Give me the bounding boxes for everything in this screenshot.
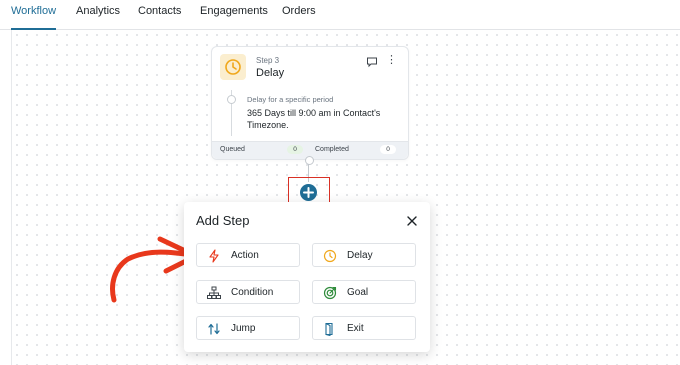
step-card[interactable]: Step 3 Delay ⋮ Delay for a specific peri…	[211, 46, 409, 160]
step-title: Delay	[256, 67, 285, 79]
target-icon	[323, 286, 337, 300]
clock-icon	[220, 54, 246, 80]
delay-type-label: Delay for a specific period	[247, 95, 334, 104]
goal-option[interactable]: Goal	[312, 280, 416, 304]
delay-option[interactable]: Delay	[312, 243, 416, 267]
comment-icon[interactable]	[366, 55, 378, 68]
plus-icon	[303, 187, 314, 198]
connector-dot	[305, 156, 314, 165]
top-navigation: Workflow Analytics Contacts Engagements …	[0, 0, 680, 30]
tab-analytics[interactable]: Analytics	[76, 5, 120, 28]
jump-icon	[208, 323, 220, 335]
exit-option[interactable]: Exit	[312, 316, 416, 340]
panel-title: Add Step	[196, 213, 250, 228]
action-option-label: Action	[231, 250, 259, 261]
hierarchy-icon	[207, 286, 221, 299]
timeline-bullet	[227, 95, 236, 104]
add-step-panel: Add Step Action Delay Condition Goal Jum…	[184, 202, 430, 352]
tab-orders[interactable]: Orders	[282, 5, 316, 28]
exit-option-label: Exit	[347, 323, 364, 334]
more-options-icon[interactable]: ⋮	[386, 53, 397, 67]
completed-label: Completed	[315, 146, 349, 153]
tab-workflow[interactable]: Workflow	[11, 5, 57, 30]
lightning-icon	[209, 249, 219, 263]
condition-option-label: Condition	[231, 287, 274, 298]
close-icon[interactable]	[406, 214, 418, 226]
queued-count-badge: 0	[287, 145, 303, 154]
queued-label: Queued	[220, 146, 245, 153]
delay-option-label: Delay	[347, 250, 373, 261]
delay-description: 365 Days till 9:00 am in Contact's Timez…	[247, 108, 381, 130]
jump-option-label: Jump	[231, 323, 256, 334]
exit-icon	[325, 322, 333, 336]
add-step-button[interactable]	[300, 184, 317, 201]
clock-icon	[323, 249, 337, 263]
action-option[interactable]: Action	[196, 243, 300, 267]
completed-count-badge: 0	[380, 145, 396, 154]
jump-option[interactable]: Jump	[196, 316, 300, 340]
goal-option-label: Goal	[347, 287, 369, 298]
condition-option[interactable]: Condition	[196, 280, 300, 304]
tab-contacts[interactable]: Contacts	[138, 5, 181, 28]
tab-engagements[interactable]: Engagements	[200, 5, 268, 28]
step-number: Step 3	[256, 56, 280, 65]
